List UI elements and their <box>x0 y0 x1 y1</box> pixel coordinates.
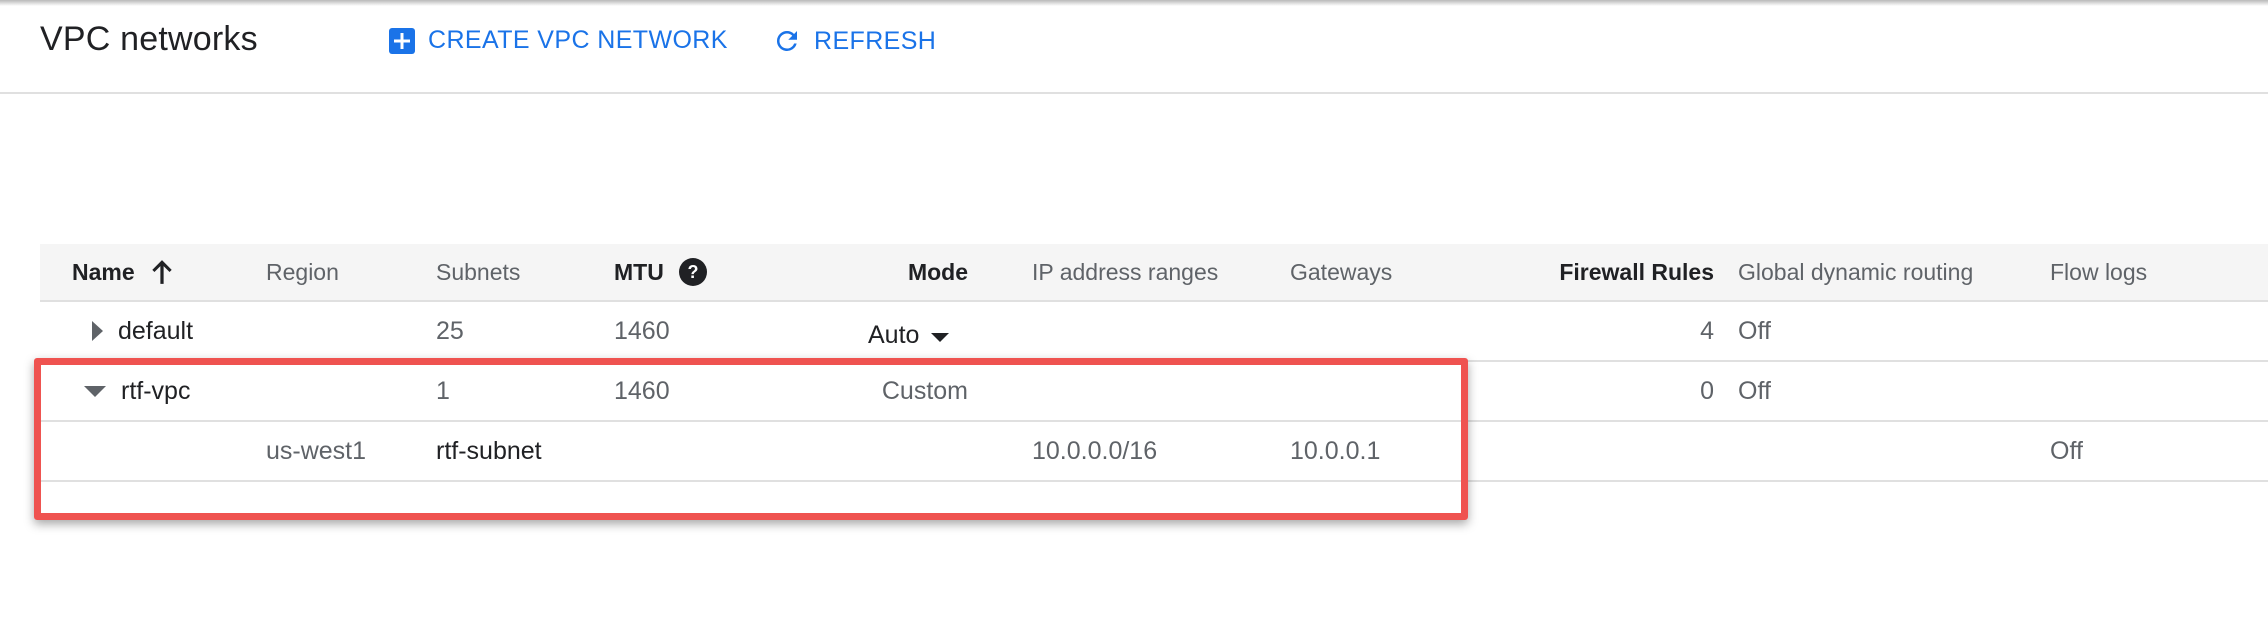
refresh-button[interactable]: REFRESH <box>772 26 936 56</box>
subnets-cell: 25 <box>436 316 464 345</box>
column-header-subnets[interactable]: Subnets <box>436 244 520 300</box>
svg-text:?: ? <box>687 262 698 282</box>
table-row: rtf-vpc 1 1460 Custom 0 Off <box>40 362 2268 422</box>
column-mtu-label: MTU <box>614 258 664 285</box>
region-cell: us-west1 <box>266 436 367 465</box>
network-name-cell[interactable]: default <box>90 302 193 360</box>
column-header-global-routing[interactable]: Global dynamic routing <box>1738 244 1973 300</box>
page-header: VPC networks CREATE VPC NETWORK REFRESH <box>0 0 2268 94</box>
gateway-cell: 10.0.0.1 <box>1290 436 1381 465</box>
column-header-firewall-rules[interactable]: Firewall Rules <box>1460 244 1714 300</box>
triangle-down-icon[interactable] <box>84 385 106 397</box>
mtu-cell: 1460 <box>614 316 670 345</box>
mtu-cell: 1460 <box>614 376 670 405</box>
page-title: VPC networks <box>40 20 258 58</box>
network-name: rtf-vpc <box>121 376 191 405</box>
firewall-rules-cell: 4 <box>1700 316 1714 345</box>
column-header-ip-ranges[interactable]: IP address ranges <box>1032 244 1218 300</box>
mode-cell: Custom <box>881 376 968 405</box>
add-box-icon <box>388 27 416 55</box>
refresh-label: REFRESH <box>814 26 937 55</box>
column-header-mode[interactable]: Mode <box>820 244 968 300</box>
global-routing-cell: Off <box>1738 376 1771 405</box>
help-circle-icon[interactable]: ? <box>678 257 708 287</box>
flow-logs-cell: Off <box>2050 436 2083 465</box>
arrow-upward-icon <box>149 258 175 286</box>
network-name: default <box>118 316 194 345</box>
network-name-cell[interactable]: rtf-vpc <box>84 362 191 420</box>
table-header: Name Region Subnets MTU ? Mode IP addres… <box>40 244 2268 302</box>
column-header-name[interactable]: Name <box>72 244 175 300</box>
column-header-flow-logs[interactable]: Flow logs <box>2050 244 2147 300</box>
subnet-row: us-west1 rtf-subnet 10.0.0.0/16 10.0.0.1… <box>40 422 2268 482</box>
refresh-icon <box>772 26 802 56</box>
column-header-region[interactable]: Region <box>266 244 339 300</box>
triangle-right-icon[interactable] <box>92 321 103 341</box>
caret-down-icon <box>931 332 950 342</box>
mode-value: Auto <box>868 320 920 349</box>
firewall-rules-cell: 0 <box>1700 376 1714 405</box>
vpc-networks-table: Name Region Subnets MTU ? Mode IP addres… <box>40 244 2268 482</box>
create-vpc-network-button[interactable]: CREATE VPC NETWORK <box>388 26 728 55</box>
column-header-mtu[interactable]: MTU ? <box>614 244 708 300</box>
column-header-gateways[interactable]: Gateways <box>1290 244 1392 300</box>
mode-dropdown[interactable]: Auto <box>868 306 950 364</box>
table-row: default 25 1460 Auto 4 Off <box>40 302 2268 362</box>
subnet-name-link[interactable]: rtf-subnet <box>436 422 542 480</box>
create-vpc-network-label: CREATE VPC NETWORK <box>428 26 728 54</box>
vpc-networks-page: VPC networks CREATE VPC NETWORK REFRESH <box>0 0 2268 620</box>
subnets-cell: 1 <box>436 376 450 405</box>
column-name-label: Name <box>72 258 135 285</box>
ip-range-cell: 10.0.0.0/16 <box>1032 436 1158 465</box>
global-routing-cell: Off <box>1738 316 1771 345</box>
